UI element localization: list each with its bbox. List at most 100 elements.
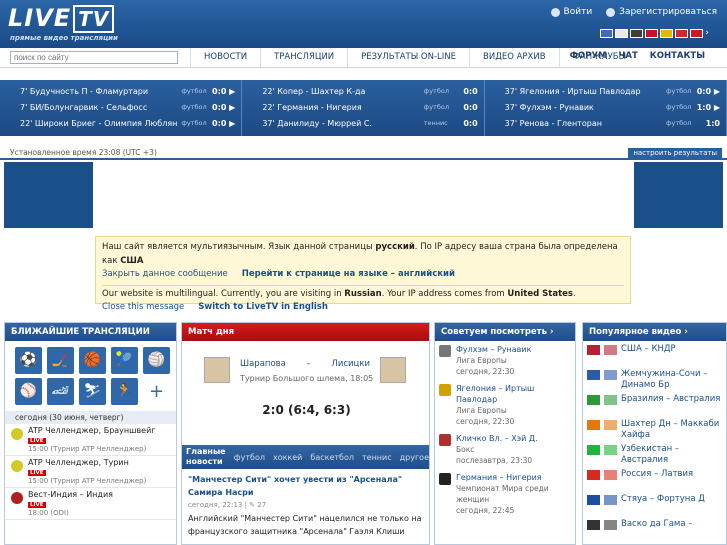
player1-name[interactable]: Шарапова bbox=[240, 359, 286, 369]
event-name[interactable]: Вест-Индия – Индия bbox=[28, 490, 113, 499]
popular-item[interactable]: Россия – Латвия bbox=[583, 466, 726, 491]
popular-title[interactable]: Бразилия – Австралия bbox=[621, 394, 720, 405]
match-of-day[interactable]: Матч дня Шарапова – Лисицки Турнир Большог… bbox=[182, 323, 429, 445]
menu-item[interactable]: РЕЗУЛЬТАТЫ ON-LINE bbox=[347, 48, 469, 68]
flag-icon[interactable] bbox=[660, 28, 674, 38]
skiing-icon[interactable]: ⛷ bbox=[79, 378, 106, 405]
popular-item[interactable]: США – КНДР bbox=[583, 341, 726, 366]
ticker-row[interactable]: 37' Данилиду - Мюррей С. теннис 0:0 bbox=[262, 115, 477, 131]
news-text: Английский "Манчестер Сити" нацелился не… bbox=[188, 514, 422, 536]
news-meta: сегодня, 22:13 | ✎ 27 bbox=[188, 501, 267, 509]
popular-title[interactable]: Узбекистан – Австралия bbox=[621, 444, 722, 466]
match-name: 7' Будучность П - Фламуртари bbox=[20, 86, 149, 96]
motorsport-icon[interactable]: 🏎 bbox=[47, 378, 74, 405]
news-cat-hockey[interactable]: хоккей bbox=[273, 453, 302, 462]
flag-icon[interactable] bbox=[690, 28, 704, 38]
ticker-row[interactable]: 37' Фулхэм - Рунавик футбол 1:0 ▶ bbox=[505, 99, 720, 115]
flag-icon[interactable] bbox=[675, 28, 689, 38]
popular-item[interactable]: Узбекистан – Австралия bbox=[583, 441, 726, 466]
rec-date: сегодня, 22:30 bbox=[456, 417, 515, 426]
popular-title[interactable]: Жемчужина-Сочи – Динамо Бр bbox=[621, 369, 722, 391]
recommended-item[interactable]: Ягелония – Иртыш Павлодар Лига Европы сего… bbox=[435, 380, 575, 430]
left-banner[interactable] bbox=[4, 162, 93, 228]
news-cat-football[interactable]: футбол bbox=[234, 453, 265, 462]
switch-language-link[interactable]: Перейти к странице на языке – английский bbox=[242, 269, 455, 279]
language-flags: › bbox=[600, 28, 709, 38]
event-item[interactable]: ATP Челленджер, Брауншвейг LIVE 15:00 (Тур… bbox=[5, 424, 176, 456]
close-notice-link[interactable]: Закрыть данное сообщение bbox=[102, 269, 228, 279]
event-info: Вест-Индия – Индия LIVE 18:00 (ODI) bbox=[28, 490, 113, 517]
news-cat-basketball[interactable]: баскетбол bbox=[310, 453, 354, 462]
more-languages-icon[interactable]: › bbox=[705, 28, 709, 38]
more-sports-icon[interactable]: + bbox=[143, 378, 170, 405]
register-link[interactable]: Зарегистрироваться bbox=[606, 7, 717, 17]
ticker-row[interactable]: 7' Будучность П - Фламуртари футбол 0:0 ▶ bbox=[20, 83, 235, 99]
team-flag-icon bbox=[604, 495, 617, 505]
tennis-icon[interactable]: 🎾 bbox=[111, 347, 138, 374]
popular-item[interactable]: Шахтер Дн – Маккаби Хайфа bbox=[583, 416, 726, 441]
search-input[interactable] bbox=[10, 51, 178, 64]
event-name[interactable]: ATP Челленджер, Турин bbox=[28, 458, 146, 467]
recommended-item[interactable]: Германия – Нигерия Чемпионат Мира среди ж… bbox=[435, 469, 575, 519]
rec-league: Лига Европы bbox=[456, 406, 507, 415]
baseball-icon[interactable]: ⚾ bbox=[15, 378, 42, 405]
rec-match[interactable]: Фулхэм – Рунавик bbox=[456, 344, 531, 355]
menu-item[interactable]: ТРАНСЛЯЦИИ bbox=[260, 48, 347, 68]
flag-icon[interactable] bbox=[600, 28, 614, 38]
site-logo[interactable]: LIVE TV bbox=[8, 4, 115, 33]
menu-item[interactable]: ЧАТ bbox=[619, 51, 638, 61]
close-notice-link-en[interactable]: Close this message bbox=[102, 302, 184, 312]
ticker-row[interactable]: 7' БИ/Болунгарвик - Сельфосс футбол 0:0 ▶ bbox=[20, 99, 235, 115]
right-banner[interactable] bbox=[634, 162, 723, 228]
news-item: "Манчестер Сити" хочет увести из "Арсена… bbox=[182, 469, 429, 542]
popular-item[interactable]: Бразилия – Австралия bbox=[583, 391, 726, 416]
event-info: ATP Челленджер, Турин LIVE 15:00 (Турнир A… bbox=[28, 458, 146, 485]
settings-results-button[interactable]: настроить результаты bbox=[628, 148, 722, 158]
team-flag-icon bbox=[587, 395, 600, 405]
ticker-row[interactable]: 22' Широки Бриег - Олимпия Люблян футбол 0… bbox=[20, 115, 235, 131]
menu-item[interactable]: КОНТАКТЫ bbox=[650, 51, 705, 61]
recommended-item[interactable]: Фулхэм – Рунавик Лига Европы сегодня, 22:3… bbox=[435, 341, 575, 380]
popular-title[interactable]: Россия – Латвия bbox=[621, 469, 693, 480]
flag-icon[interactable] bbox=[615, 28, 629, 38]
hockey-icon[interactable]: 🏒 bbox=[47, 347, 74, 374]
login-link[interactable]: Войти bbox=[550, 7, 592, 17]
menu-item[interactable]: НОВОСТИ bbox=[190, 48, 260, 68]
flag-icon[interactable] bbox=[630, 28, 644, 38]
news-title[interactable]: "Манчестер Сити" хочет увести из "Арсена… bbox=[188, 473, 423, 499]
team-flag-icon bbox=[604, 345, 617, 355]
popular-title[interactable]: Стяуа – Фортуна Д bbox=[621, 494, 705, 505]
popular-item[interactable]: Стяуа – Фортуна Д bbox=[583, 491, 726, 516]
volleyball-icon[interactable]: 🏐 bbox=[143, 347, 170, 374]
event-name[interactable]: ATP Челленджер, Брауншвейг bbox=[28, 426, 156, 435]
rec-match[interactable]: Ягелония – Иртыш Павлодар bbox=[456, 383, 571, 405]
menu-item[interactable]: ВИДЕО АРХИВ bbox=[469, 48, 559, 68]
popular-title[interactable]: США – КНДР bbox=[621, 344, 676, 355]
running-icon[interactable]: 🏃 bbox=[111, 378, 138, 405]
rec-info: Ягелония – Иртыш Павлодар Лига Европы сего… bbox=[456, 383, 571, 427]
ticker-row[interactable]: 22' Копер - Шахтер К-да футбол 0:0 bbox=[262, 83, 477, 99]
rec-match[interactable]: Кличко Вл. – Хэй Д. bbox=[456, 433, 538, 444]
basketball-icon[interactable]: 🏀 bbox=[79, 347, 106, 374]
player2-name[interactable]: Лисицки bbox=[331, 359, 370, 369]
news-cat-tennis[interactable]: теннис bbox=[362, 453, 392, 462]
nav-bar: НОВОСТИТРАНСЛЯЦИИРЕЗУЛЬТАТЫ ON-LINEВИДЕО… bbox=[0, 48, 727, 68]
popular-item[interactable]: Васко да Гама – bbox=[583, 516, 726, 541]
switch-language-link-en[interactable]: Switch to LiveTV in English bbox=[198, 302, 328, 312]
popular-title[interactable]: Шахтер Дн – Маккаби Хайфа bbox=[621, 419, 722, 441]
ticker-column: 22' Копер - Шахтер К-да футбол 0:0 22' Герм… bbox=[242, 80, 485, 136]
ticker-row[interactable]: 37' Ягелония - Иртыш Павлодар футбол 0:0 ▶ bbox=[505, 83, 720, 99]
rec-match[interactable]: Германия – Нигерия bbox=[456, 472, 571, 483]
menu-item[interactable]: ФОРУМ bbox=[570, 51, 607, 61]
recommended-item[interactable]: Кличко Вл. – Хэй Д. Бокс послезавтра, 23:3… bbox=[435, 430, 575, 469]
popular-item[interactable]: Жемчужина-Сочи – Динамо Бр bbox=[583, 366, 726, 391]
news-cat-other[interactable]: другое bbox=[400, 453, 429, 462]
popular-title[interactable]: Васко да Гама – bbox=[621, 519, 693, 530]
ticker-row[interactable]: 37' Ренова - Гленторан футбол 1:0 bbox=[505, 115, 720, 131]
event-item[interactable]: Вест-Индия – Индия LIVE 18:00 (ODI) bbox=[5, 488, 176, 520]
flag-icon[interactable] bbox=[645, 28, 659, 38]
ticker-row[interactable]: 22' Германия - Нигерия футбол 0:0 bbox=[262, 99, 477, 115]
football-icon[interactable]: ⚽ bbox=[15, 347, 42, 374]
event-item[interactable]: ATP Челленджер, Турин LIVE 15:00 (Турнир A… bbox=[5, 456, 176, 488]
rec-league: Чемпионат Мира среди женщин bbox=[456, 484, 549, 504]
